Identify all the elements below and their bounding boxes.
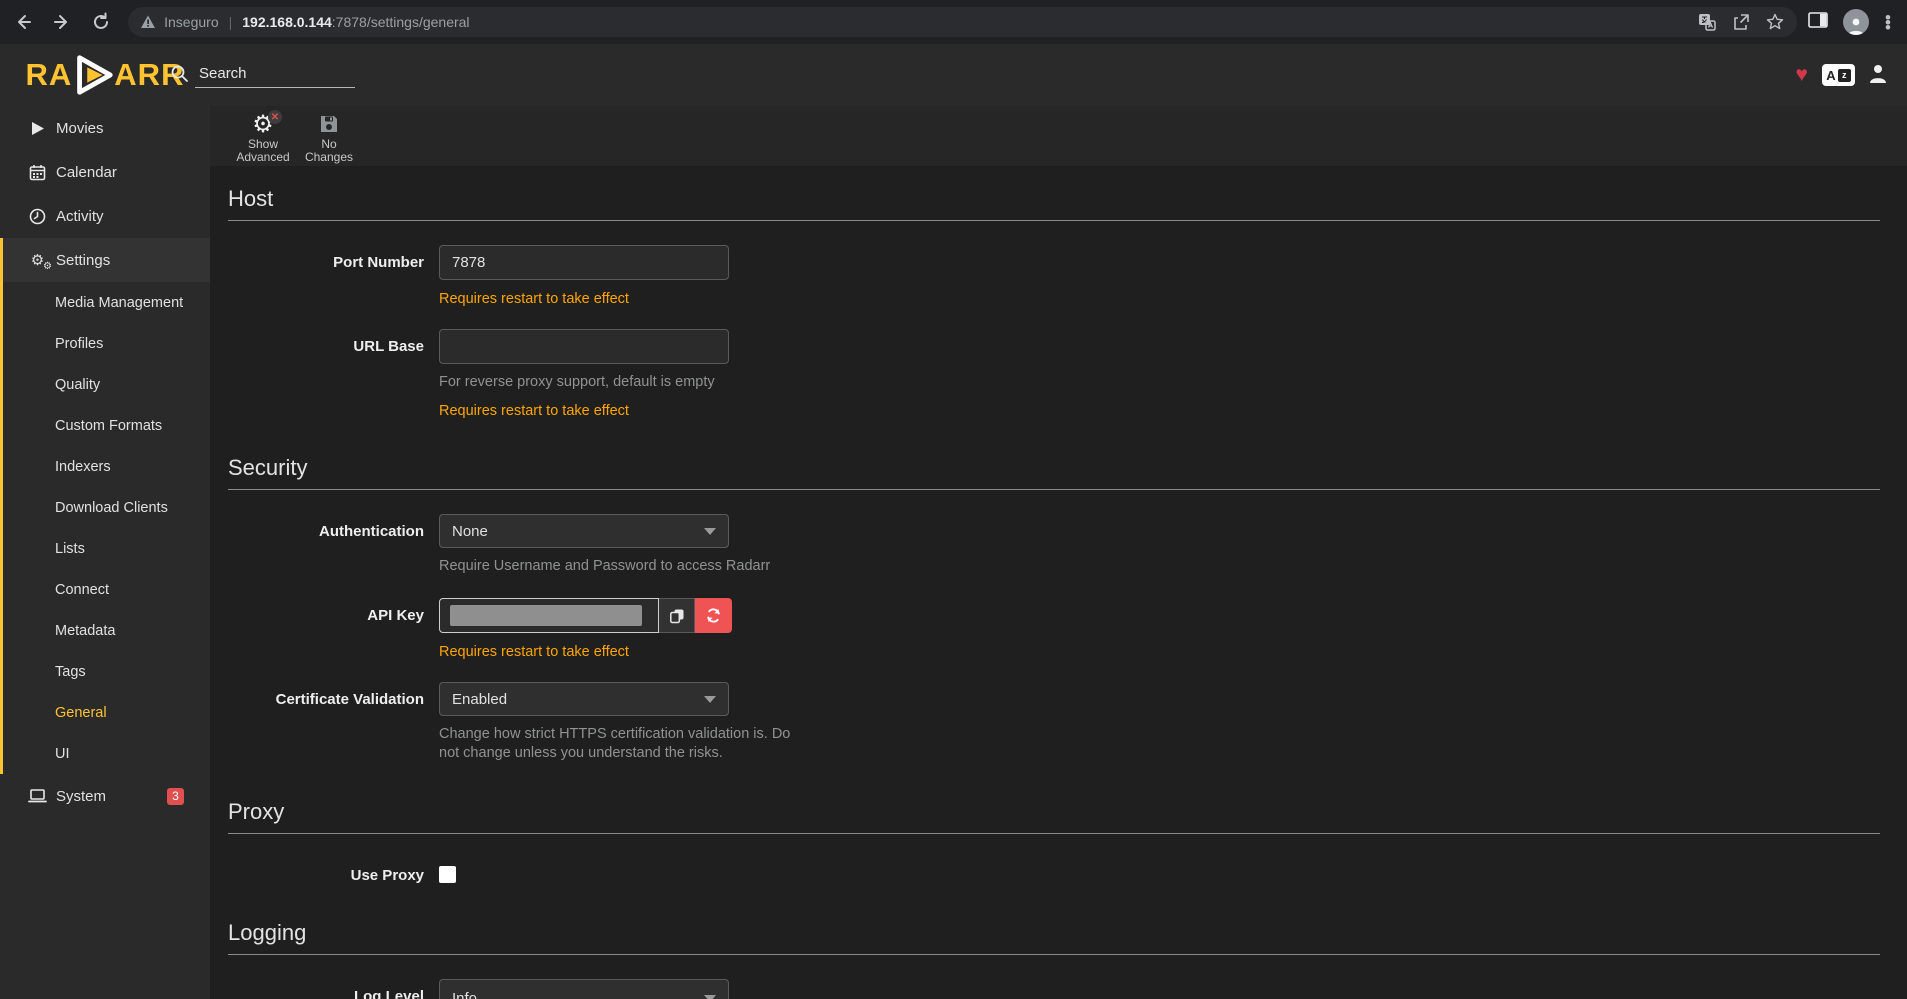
regenerate-api-key-button[interactable]: [695, 598, 732, 633]
log-level-label: Log Level: [228, 979, 424, 999]
sidebar-item-movies[interactable]: Movies: [0, 106, 210, 150]
section-logging: Logging Log Level Info: [228, 920, 1880, 999]
security-label: Inseguro: [164, 14, 218, 30]
chevron-down-icon: [704, 528, 716, 535]
user-icon[interactable]: [1867, 62, 1889, 89]
refresh-icon: [705, 607, 722, 624]
laptop-icon: [28, 788, 47, 804]
certificate-validation-help: Change how strict HTTPS certification va…: [439, 725, 809, 763]
play-icon: [28, 121, 47, 136]
translate-page-icon[interactable]: [1697, 12, 1717, 32]
search-icon: [170, 64, 189, 88]
settings-nav-group: ⚙⚙ Settings Media Management Profiles Qu…: [0, 238, 210, 774]
authentication-row: Authentication None Require Username and…: [228, 514, 1880, 576]
back-icon[interactable]: [6, 5, 39, 39]
sidebar-item-lists[interactable]: Lists: [3, 528, 210, 569]
address-bar[interactable]: Inseguro | 192.168.0.144:7878/settings/g…: [128, 7, 1797, 37]
url-separator: |: [229, 14, 233, 30]
api-key-label: API Key: [228, 598, 424, 624]
api-key-row: API Key Requires restart to take eff: [228, 598, 1880, 660]
url-path: :7878/settings/general: [332, 14, 470, 30]
system-count-badge: 3: [167, 788, 184, 805]
authentication-select[interactable]: None: [439, 514, 729, 548]
profile-avatar[interactable]: [1843, 9, 1869, 35]
authentication-help: Require Username and Password to access …: [439, 557, 799, 576]
side-panel-icon[interactable]: [1807, 10, 1829, 35]
radarr-play-icon: [70, 52, 116, 98]
sidebar: Movies Calendar Activity ⚙⚙ Settings Med…: [0, 106, 210, 999]
log-level-select[interactable]: Info: [439, 979, 729, 999]
gears-icon: ⚙⚙: [28, 251, 47, 269]
url-host: 192.168.0.144: [242, 14, 332, 30]
use-proxy-row: Use Proxy: [228, 858, 1880, 884]
sidebar-item-profiles[interactable]: Profiles: [3, 323, 210, 364]
api-key-input[interactable]: [439, 598, 659, 633]
page-toolbar: ⚙ ✕ Show Advanced No Changes: [210, 106, 1907, 166]
browser-menu-icon[interactable]: •••: [1883, 15, 1893, 30]
chevron-down-icon: [704, 696, 716, 703]
reload-icon[interactable]: [85, 5, 118, 39]
url-base-help: For reverse proxy support, default is em…: [439, 373, 769, 392]
sidebar-item-indexers[interactable]: Indexers: [3, 446, 210, 487]
section-host: Host Port Number Requires restart to tak…: [228, 186, 1880, 419]
copy-icon: [669, 608, 685, 624]
logging-section-title: Logging: [228, 920, 1880, 955]
no-changes-button[interactable]: No Changes: [296, 110, 362, 164]
clock-icon: [28, 208, 47, 225]
copy-api-key-button[interactable]: [659, 598, 695, 633]
sidebar-item-ui[interactable]: UI: [3, 733, 210, 774]
url-base-label: URL Base: [228, 329, 424, 355]
sidebar-item-media-management[interactable]: Media Management: [3, 282, 210, 323]
advanced-hidden-badge-icon: ✕: [268, 110, 282, 124]
sidebar-item-calendar[interactable]: Calendar: [0, 150, 210, 194]
security-section-title: Security: [228, 455, 1880, 490]
search-input[interactable]: [195, 63, 355, 88]
port-number-label: Port Number: [228, 245, 424, 271]
section-security: Security Authentication None Require Use…: [228, 455, 1880, 763]
use-proxy-label: Use Proxy: [228, 858, 424, 884]
certificate-validation-row: Certificate Validation Enabled Change ho…: [228, 682, 1880, 763]
certificate-validation-label: Certificate Validation: [228, 682, 424, 708]
authentication-label: Authentication: [228, 514, 424, 540]
log-level-row: Log Level Info: [228, 979, 1880, 999]
app-header: RA ARR ♥ A z: [0, 44, 1907, 106]
donate-heart-icon[interactable]: ♥: [1796, 63, 1808, 87]
url-base-restart-warning: Requires restart to take effect: [439, 403, 779, 419]
save-floppy-icon: [318, 113, 340, 135]
translate-widget-icon[interactable]: A z: [1822, 64, 1855, 86]
calendar-icon: [28, 164, 47, 181]
section-proxy: Proxy Use Proxy: [228, 799, 1880, 884]
sidebar-item-connect[interactable]: Connect: [3, 569, 210, 610]
sidebar-item-settings[interactable]: ⚙⚙ Settings: [3, 238, 210, 282]
logo-text-left: RA: [26, 57, 73, 93]
host-section-title: Host: [228, 186, 1880, 221]
use-proxy-checkbox[interactable]: [439, 866, 456, 883]
port-number-row: Port Number Requires restart to take eff…: [228, 245, 1880, 307]
bookmark-star-icon[interactable]: [1765, 12, 1785, 32]
port-number-input[interactable]: [439, 245, 729, 280]
browser-toolbar: Inseguro | 192.168.0.144:7878/settings/g…: [0, 0, 1907, 44]
not-secure-icon[interactable]: [140, 14, 156, 30]
api-key-redacted-value: [450, 605, 642, 626]
sidebar-item-activity[interactable]: Activity: [0, 194, 210, 238]
url-base-row: URL Base For reverse proxy support, defa…: [228, 329, 1880, 419]
api-key-restart-warning: Requires restart to take effect: [439, 644, 779, 660]
chevron-down-icon: [704, 995, 716, 999]
sidebar-item-general[interactable]: General: [3, 692, 210, 733]
share-icon[interactable]: [1731, 12, 1751, 32]
url-base-input[interactable]: [439, 329, 729, 364]
sidebar-item-quality[interactable]: Quality: [3, 364, 210, 405]
show-advanced-button[interactable]: ⚙ ✕ Show Advanced: [230, 110, 296, 164]
sidebar-item-metadata[interactable]: Metadata: [3, 610, 210, 651]
port-restart-warning: Requires restart to take effect: [439, 291, 779, 307]
forward-icon[interactable]: [45, 5, 78, 39]
sidebar-item-system[interactable]: System 3: [0, 774, 210, 818]
sidebar-item-tags[interactable]: Tags: [3, 651, 210, 692]
settings-general-page: Host Port Number Requires restart to tak…: [210, 166, 1907, 999]
proxy-section-title: Proxy: [228, 799, 1880, 834]
sidebar-item-custom-formats[interactable]: Custom Formats: [3, 405, 210, 446]
certificate-validation-select[interactable]: Enabled: [439, 682, 729, 716]
sidebar-item-download-clients[interactable]: Download Clients: [3, 487, 210, 528]
